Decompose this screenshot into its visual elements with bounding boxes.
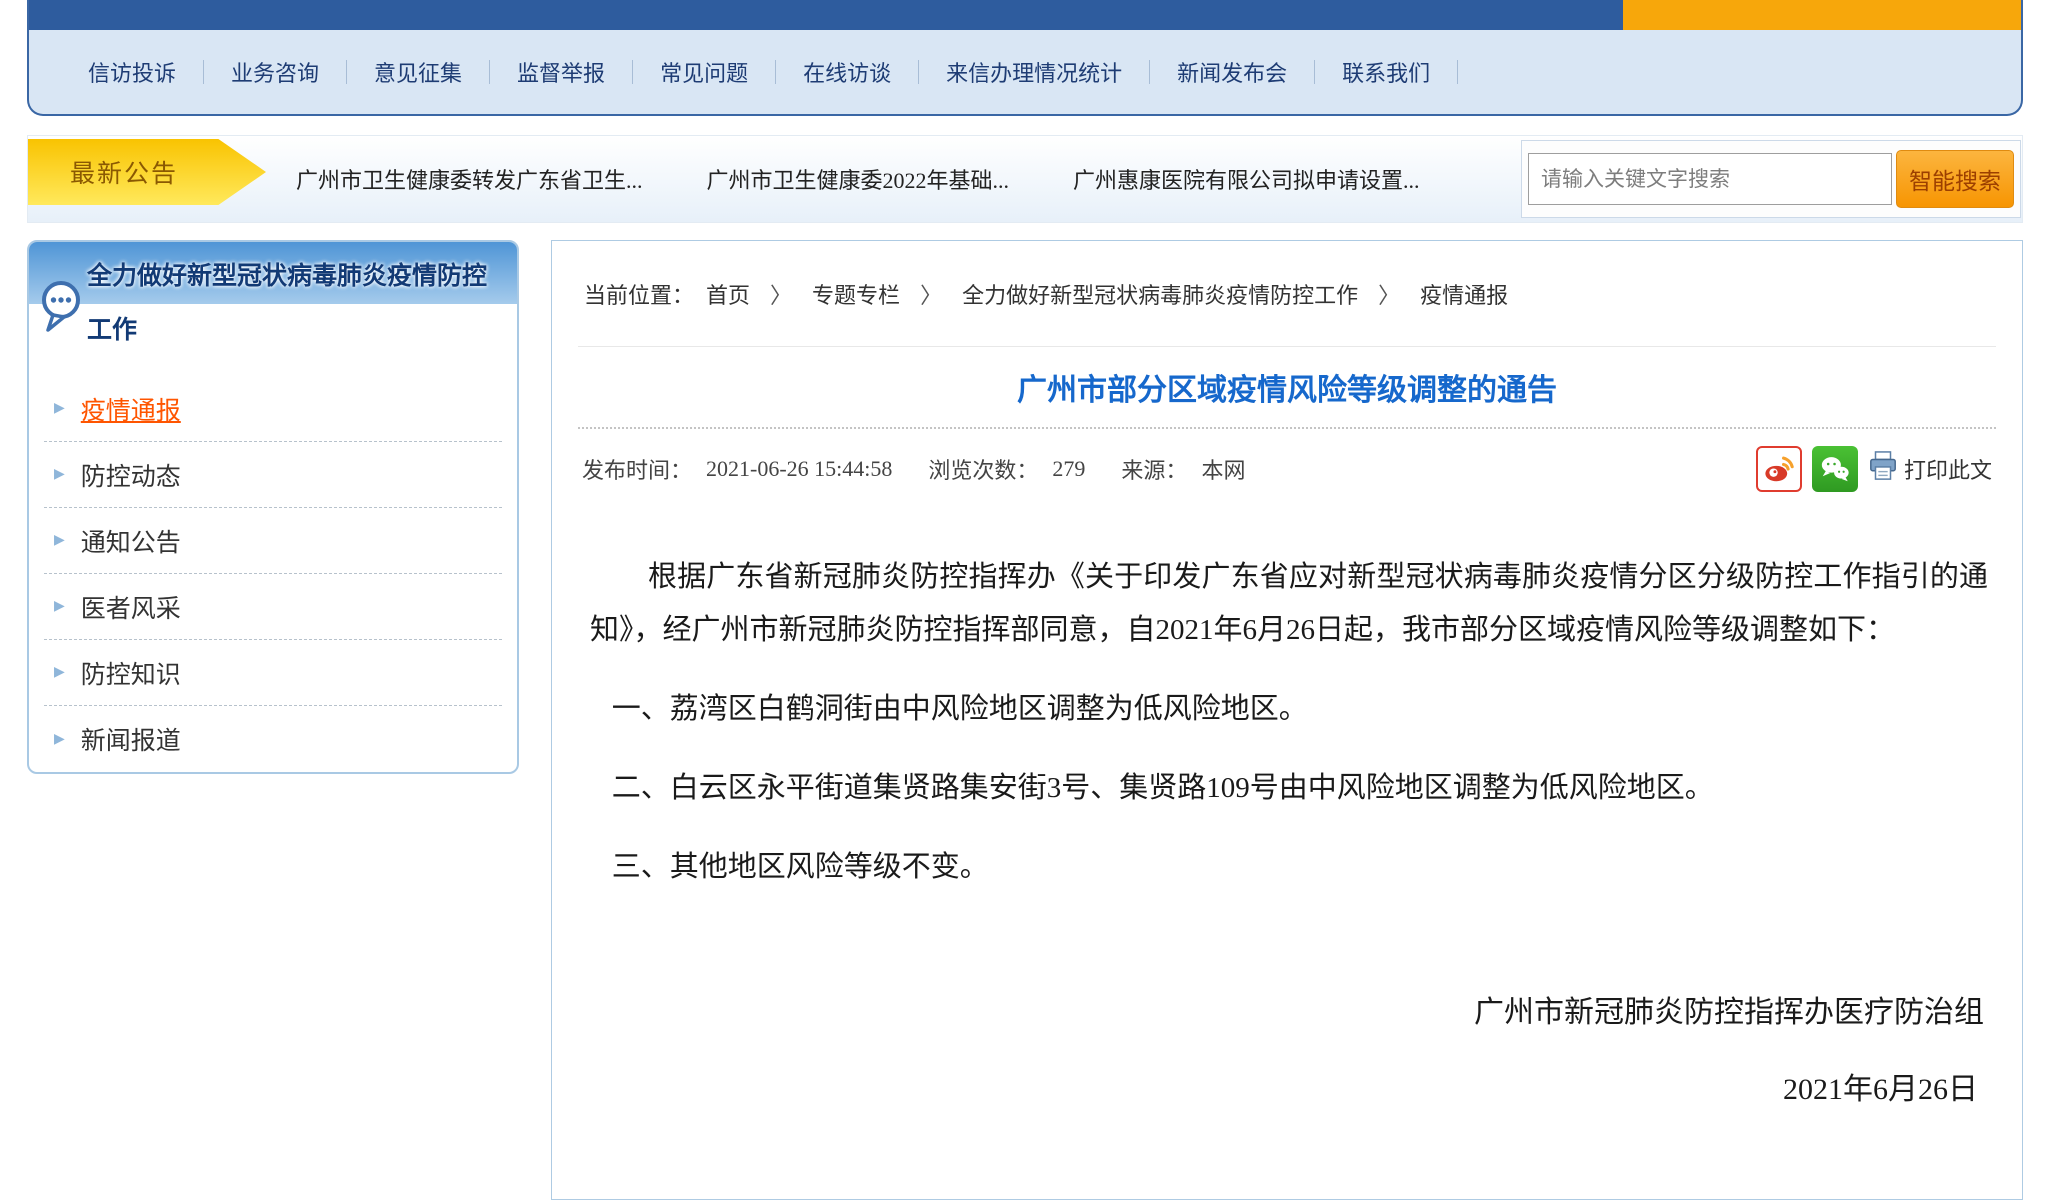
nav-divider: [203, 60, 204, 84]
arrow-bullet-icon: ▶: [54, 466, 65, 483]
latest-announcement-label: 最新公告: [70, 154, 178, 190]
top-navigation: 信访投诉 业务咨询 意见征集 监督举报 常见问题 在线访谈 来信办理情况统计 新…: [29, 30, 2021, 114]
top-bar-accent: [1623, 0, 2021, 30]
sidebar-item-label: 防控知识: [81, 655, 181, 691]
ticker-item[interactable]: 广州惠康医院有限公司拟申请设置...: [1073, 163, 1420, 195]
breadcrumb-separator: 〉: [1378, 278, 1400, 310]
arrow-bullet-icon: ▶: [54, 598, 65, 615]
speech-bubble-icon: [37, 278, 85, 341]
sidebar-item-doctor-profiles[interactable]: ▶ 医者风采: [44, 574, 502, 640]
nav-item-interview[interactable]: 在线访谈: [803, 56, 891, 88]
nav-divider: [489, 60, 490, 84]
nav-divider: [1149, 60, 1150, 84]
site-search: 智能搜索: [1521, 140, 2021, 218]
nav-item-press[interactable]: 新闻发布会: [1177, 56, 1287, 88]
source-label: 来源：: [1121, 453, 1187, 485]
breadcrumb-home[interactable]: 首页: [706, 278, 750, 310]
sidebar-item-notices[interactable]: ▶ 通知公告: [44, 508, 502, 574]
announcement-ticker: 最新公告 广州市卫生健康委转发广东省卫生... 广州市卫生健康委2022年基础.…: [27, 135, 2023, 223]
share-actions: 打印此文: [1756, 446, 1992, 492]
nav-item-report[interactable]: 监督举报: [517, 56, 605, 88]
sidebar-menu: ▶ 疫情通报 ▶ 防控动态 ▶ 通知公告 ▶ 医者风采 ▶ 防控知识 ▶ 新闻报…: [44, 376, 502, 772]
article-list-item-3: 三、其他地区风险等级不变。: [590, 841, 1988, 894]
top-bar: [29, 0, 2021, 30]
nav-item-letter-stats[interactable]: 来信办理情况统计: [946, 56, 1122, 88]
views-label: 浏览次数：: [928, 453, 1038, 485]
nav-item-consult[interactable]: 业务咨询: [231, 56, 319, 88]
nav-item-contact[interactable]: 联系我们: [1342, 56, 1430, 88]
sidebar-item-label: 防控动态: [81, 457, 181, 493]
breadcrumb-epidemic-bulletin[interactable]: 疫情通报: [1420, 278, 1508, 310]
sidebar-item-label: 医者风采: [81, 589, 181, 625]
dotted-divider: [578, 427, 1996, 429]
search-input[interactable]: [1528, 153, 1892, 205]
sidebar-title: 全力做好新型冠状病毒肺炎疫情防控工作: [87, 250, 509, 358]
article-list-item-1: 一、荔湾区白鹤洞街由中风险地区调整为低风险地区。: [590, 683, 1988, 736]
nav-divider: [632, 60, 633, 84]
nav-divider: [775, 60, 776, 84]
arrow-bullet-icon: ▶: [54, 664, 65, 681]
article-meta: 发布时间： 2021-06-26 15:44:58 浏览次数： 279 来源： …: [578, 443, 1996, 495]
breadcrumb-special-topics[interactable]: 专题专栏: [812, 278, 900, 310]
ticker-items: 广州市卫生健康委转发广东省卫生... 广州市卫生健康委2022年基础... 广州…: [296, 136, 1420, 222]
nav-item-petition[interactable]: 信访投诉: [88, 56, 176, 88]
breadcrumb-separator: 〉: [920, 278, 942, 310]
nav-item-opinion[interactable]: 意见征集: [374, 56, 462, 88]
breadcrumb-covid-topic[interactable]: 全力做好新型冠状病毒肺炎疫情防控工作: [962, 278, 1358, 310]
arrow-bullet-icon: ▶: [54, 532, 65, 549]
sidebar-item-control-updates[interactable]: ▶ 防控动态: [44, 442, 502, 508]
wechat-share-icon[interactable]: [1812, 446, 1858, 492]
article-body: 根据广东省新冠肺炎防控指挥办《关于印发广东省应对新型冠状病毒肺炎疫情分区分级防控…: [578, 551, 1996, 1116]
nav-divider: [918, 60, 919, 84]
ticker-item[interactable]: 广州市卫生健康委转发广东省卫生...: [296, 163, 643, 195]
sidebar: 全力做好新型冠状病毒肺炎疫情防控工作 ▶ 疫情通报 ▶ 防控动态 ▶ 通知公告 …: [27, 240, 519, 774]
breadcrumb-separator: 〉: [770, 278, 792, 310]
publish-time-label: 发布时间：: [582, 453, 692, 485]
sidebar-item-prevention-knowledge[interactable]: ▶ 防控知识: [44, 640, 502, 706]
article-title: 广州市部分区域疫情风险等级调整的通告: [578, 365, 1996, 409]
site-header: 信访投诉 业务咨询 意见征集 监督举报 常见问题 在线访谈 来信办理情况统计 新…: [27, 0, 2023, 116]
nav-divider: [1457, 60, 1458, 84]
arrow-bullet-icon: ▶: [54, 400, 65, 417]
views-value: 279: [1052, 456, 1085, 482]
sidebar-item-label: 通知公告: [81, 523, 181, 559]
breadcrumb: 当前位置： 首页 〉 专题专栏 〉 全力做好新型冠状病毒肺炎疫情防控工作 〉 疫…: [578, 241, 1996, 347]
publish-time-value: 2021-06-26 15:44:58: [706, 456, 892, 482]
article-signature: 广州市新冠肺炎防控指挥办医疗防治组: [590, 986, 1988, 1039]
sidebar-item-label: 新闻报道: [81, 721, 181, 757]
article-paragraph: 根据广东省新冠肺炎防控指挥办《关于印发广东省应对新型冠状病毒肺炎疫情分区分级防控…: [590, 551, 1988, 657]
breadcrumb-label: 当前位置：: [584, 278, 694, 310]
main-content: 当前位置： 首页 〉 专题专栏 〉 全力做好新型冠状病毒肺炎疫情防控工作 〉 疫…: [551, 240, 2023, 1200]
arrow-bullet-icon: ▶: [54, 731, 65, 748]
latest-announcement-badge: 最新公告: [28, 139, 266, 205]
article-list-item-2: 二、白云区永平街道集贤路集安街3号、集贤路109号由中风险地区调整为低风险地区。: [590, 762, 1988, 815]
ticker-item[interactable]: 广州市卫生健康委2022年基础...: [707, 163, 1010, 195]
print-article-label: 打印此文: [1904, 453, 1992, 485]
nav-divider: [1314, 60, 1315, 84]
article-sign-date: 2021年6月26日: [590, 1063, 1988, 1116]
nav-item-faq[interactable]: 常见问题: [660, 56, 748, 88]
sidebar-item-epidemic-bulletin[interactable]: ▶ 疫情通报: [44, 376, 502, 442]
nav-divider: [346, 60, 347, 84]
weibo-share-icon[interactable]: [1756, 446, 1802, 492]
source-value: 本网: [1201, 453, 1245, 485]
printer-icon: [1868, 450, 1898, 488]
sidebar-item-news-reports[interactable]: ▶ 新闻报道: [44, 706, 502, 772]
sidebar-item-label: 疫情通报: [81, 391, 181, 427]
print-article-link[interactable]: 打印此文: [1868, 450, 1992, 488]
smart-search-button[interactable]: 智能搜索: [1896, 150, 2014, 208]
